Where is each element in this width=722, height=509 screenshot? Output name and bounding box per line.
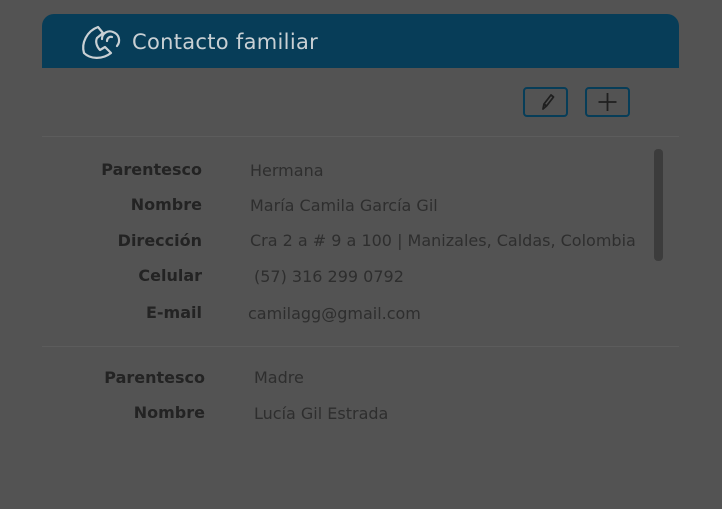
label-parentesco: Parentesco [104, 368, 205, 387]
contact-divider [42, 346, 679, 347]
value-direccion: Cra 2 a # 9 a 100 | Manizales, Caldas, C… [250, 231, 636, 250]
phone-contact-icon [78, 23, 124, 61]
edit-button[interactable] [523, 87, 568, 117]
pencil-icon [542, 94, 555, 110]
add-button[interactable] [585, 87, 630, 117]
card-title: Contacto familiar [132, 30, 319, 54]
value-celular: (57) 316 299 0792 [254, 267, 404, 286]
card-header: Contacto familiar [42, 14, 679, 68]
label-nombre: Nombre [133, 403, 205, 422]
label-direccion: Dirección [117, 231, 202, 250]
value-email: camilagg@gmail.com [248, 304, 421, 323]
plus-icon [598, 93, 617, 111]
label-email: E-mail [145, 303, 202, 322]
value-parentesco: Madre [254, 368, 304, 387]
label-nombre: Nombre [130, 195, 202, 214]
label-parentesco: Parentesco [101, 160, 202, 179]
family-contact-card: Contacto familiar Parentesco Hermana Nom… [42, 14, 679, 509]
value-parentesco: Hermana [250, 161, 324, 180]
value-nombre: María Camila García Gil [250, 196, 438, 215]
scrollbar[interactable] [654, 149, 663, 261]
toolbar-divider [42, 136, 679, 137]
label-celular: Celular [138, 266, 202, 285]
value-nombre: Lucía Gil Estrada [254, 404, 389, 423]
